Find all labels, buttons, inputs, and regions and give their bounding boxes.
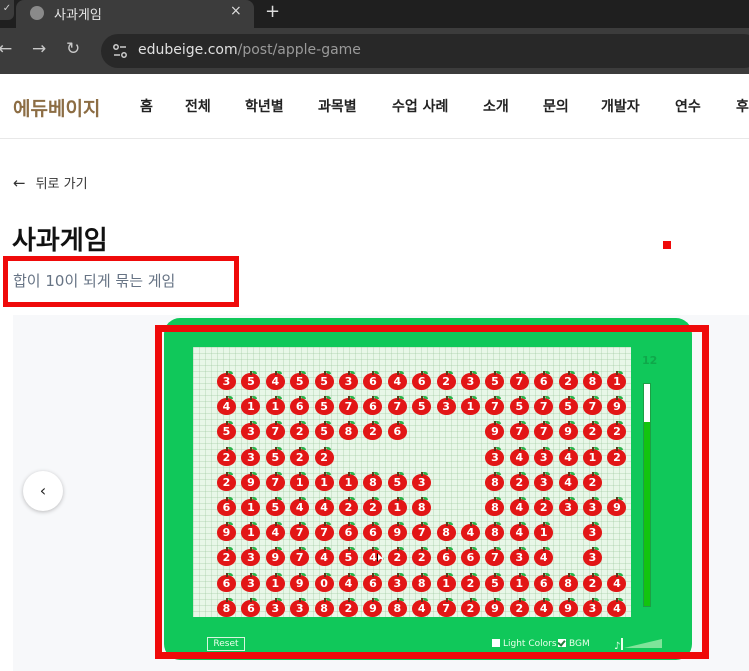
menu-item-contact[interactable]: 문의 bbox=[543, 96, 569, 116]
highlight-box-game bbox=[155, 325, 709, 659]
menu-item-cases[interactable]: 수업 사례 bbox=[392, 96, 448, 116]
back-arrow-icon: ← bbox=[13, 174, 26, 192]
browser-toolbar: ← → ↻ edubeige.com/post/apple-game bbox=[0, 28, 749, 74]
menu-item-all[interactable]: 전체 bbox=[185, 96, 211, 116]
tab-overflow-chevron-icon[interactable]: ✓ bbox=[0, 0, 14, 20]
page-title: 사과게임 bbox=[12, 226, 108, 256]
url-domain: edubeige.com bbox=[138, 42, 238, 58]
url-text: edubeige.com/post/apple-game bbox=[138, 42, 361, 58]
address-bar[interactable]: edubeige.com/post/apple-game bbox=[101, 34, 749, 68]
globe-icon bbox=[30, 6, 44, 20]
back-link[interactable]: ← 뒤로 가기 bbox=[13, 173, 88, 192]
url-path: /post/apple-game bbox=[237, 42, 361, 58]
menu-item-home[interactable]: 홈 bbox=[140, 96, 153, 116]
tab-close-icon[interactable]: × bbox=[230, 3, 242, 19]
menu-item-training[interactable]: 연수 bbox=[675, 96, 701, 116]
browser-tab-active[interactable]: 사과게임 × bbox=[16, 0, 254, 28]
back-arrow-icon[interactable]: ← bbox=[0, 39, 12, 59]
carousel-prev-button[interactable]: ‹ bbox=[23, 471, 63, 511]
menu-item-subject[interactable]: 과목별 bbox=[318, 96, 357, 116]
annotation-dot bbox=[663, 241, 671, 249]
back-label: 뒤로 가기 bbox=[35, 177, 88, 192]
reload-icon[interactable]: ↻ bbox=[66, 39, 80, 59]
main-menu: 홈 전체 학년별 과목별 수업 사례 소개 문의 개발자 연수 후 bbox=[0, 96, 749, 118]
menu-item-more[interactable]: 후 bbox=[736, 96, 749, 116]
highlight-box-subtitle bbox=[3, 256, 239, 307]
menu-item-developer[interactable]: 개발자 bbox=[601, 96, 640, 116]
site-settings-icon[interactable] bbox=[111, 42, 129, 60]
tab-title: 사과게임 bbox=[54, 8, 102, 23]
forward-arrow-icon[interactable]: → bbox=[32, 39, 46, 59]
browser-tab-bar: ✓ 사과게임 × + bbox=[0, 0, 749, 28]
new-tab-icon[interactable]: + bbox=[265, 1, 280, 22]
site-header: 에듀베이지 홈 전체 학년별 과목별 수업 사례 소개 문의 개발자 연수 후 bbox=[0, 74, 749, 139]
menu-item-grade[interactable]: 학년별 bbox=[245, 96, 284, 116]
menu-item-about[interactable]: 소개 bbox=[483, 96, 509, 116]
